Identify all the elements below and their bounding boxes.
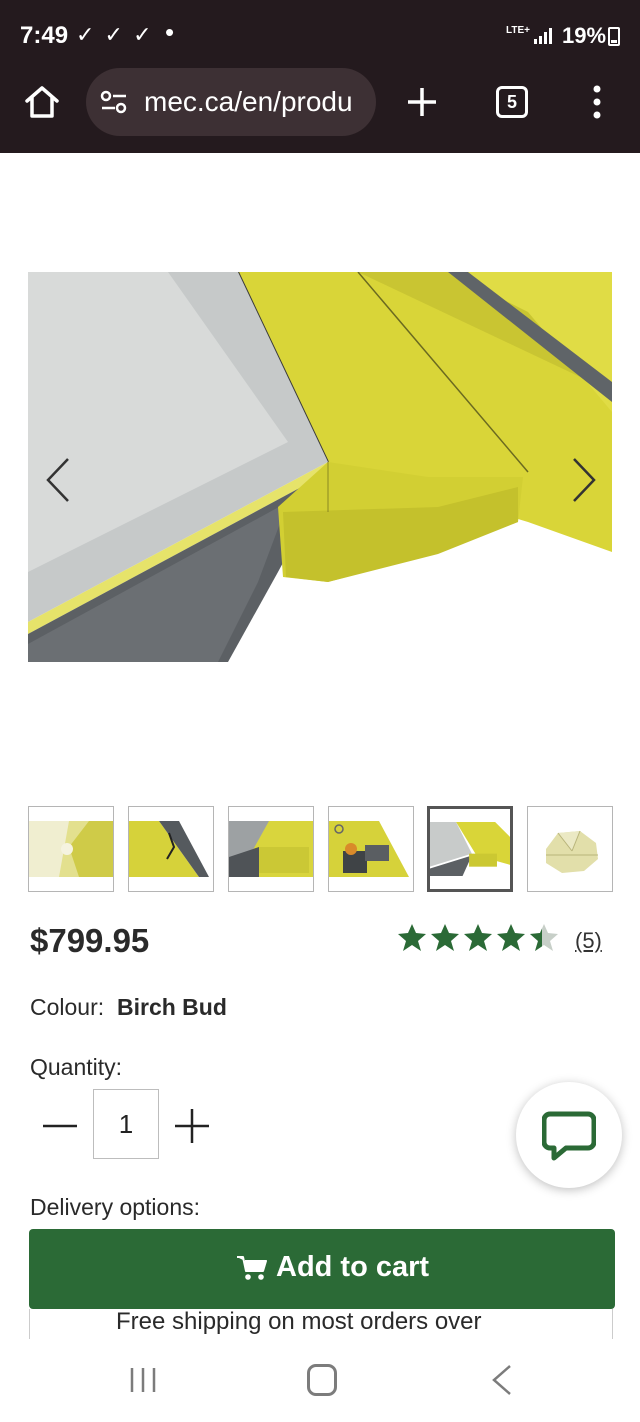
system-nav-bar <box>0 1340 640 1422</box>
site-settings-icon[interactable] <box>100 90 128 114</box>
rating-stars-icon[interactable] <box>396 920 562 956</box>
battery-percent: 19% <box>562 23 607 48</box>
carousel-prev-icon[interactable] <box>40 455 76 505</box>
add-to-cart-button[interactable]: Add to cart <box>29 1229 615 1309</box>
url-text[interactable]: mec.ca/en/produ <box>144 86 353 118</box>
thumbnail-2[interactable] <box>128 806 214 892</box>
chat-icon <box>542 1111 596 1161</box>
recents-icon[interactable] <box>128 1366 158 1394</box>
shipping-note: Free shipping on most orders over <box>116 1308 482 1335</box>
thumbnail-strip <box>0 806 640 892</box>
product-price: $799.95 <box>30 922 150 959</box>
menu-icon[interactable] <box>590 84 604 120</box>
carousel-next-icon[interactable] <box>566 455 602 505</box>
add-to-cart-label: Add to cart <box>276 1251 430 1283</box>
home-icon[interactable] <box>22 82 62 122</box>
review-count-link[interactable]: (5) <box>575 928 602 954</box>
new-tab-icon[interactable] <box>404 84 440 120</box>
nav-home-icon[interactable] <box>307 1364 337 1396</box>
address-bar[interactable]: mec.ca/en/produ <box>86 68 376 136</box>
tabs-icon[interactable]: 5 <box>496 86 528 118</box>
cart-icon <box>237 1256 267 1280</box>
battery-icon <box>608 27 620 46</box>
back-icon[interactable] <box>490 1364 514 1396</box>
network-type: LTE+ <box>506 25 530 36</box>
colour-value: Birch Bud <box>117 994 227 1020</box>
delivery-options-label: Delivery options: <box>30 1194 201 1220</box>
thumbnail-6[interactable] <box>527 806 613 892</box>
thumbnail-1[interactable] <box>28 806 114 892</box>
colour-label: Colour: <box>30 994 105 1020</box>
status-time: 7:49 <box>20 22 69 49</box>
signal-icon <box>534 28 552 44</box>
notification-dot: • <box>165 17 175 47</box>
product-image[interactable] <box>28 272 612 662</box>
thumbnail-5-selected[interactable] <box>427 806 513 892</box>
thumbnail-4[interactable] <box>328 806 414 892</box>
notification-check-icons: ✓ ✓ ✓ <box>76 22 154 47</box>
chat-button[interactable] <box>516 1082 622 1188</box>
browser-chrome: 7:49 ✓ ✓ ✓ • LTE+ 19% mec.ca/en/produ 5 <box>0 0 640 153</box>
quantity-label: Quantity: <box>30 1054 123 1080</box>
quantity-field[interactable]: 1 <box>93 1089 159 1159</box>
quantity-decrease-icon[interactable] <box>40 1106 80 1146</box>
thumbnail-3[interactable] <box>228 806 314 892</box>
quantity-increase-icon[interactable] <box>172 1106 212 1146</box>
